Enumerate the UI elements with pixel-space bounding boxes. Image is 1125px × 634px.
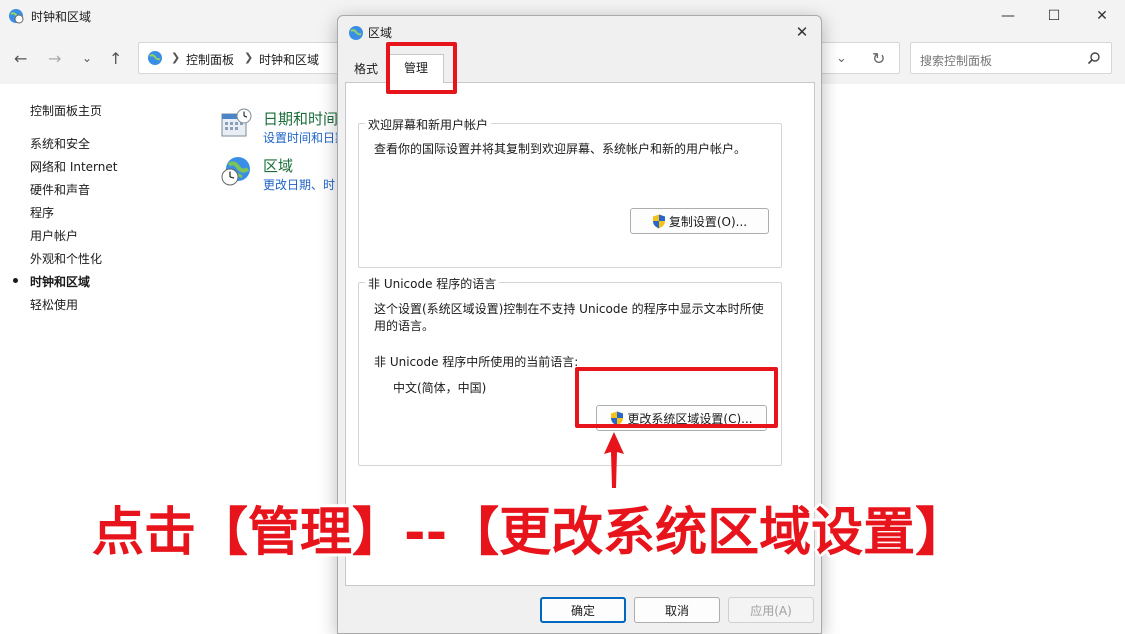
refresh-icon[interactable]: ↻ — [872, 49, 885, 68]
search-input[interactable]: 搜索控制面板 — [910, 42, 1112, 74]
breadcrumb-separator-icon: ❯ — [171, 51, 181, 64]
sidebar-item-network[interactable]: 网络和 Internet — [30, 158, 117, 175]
tab-format[interactable]: 格式 — [346, 59, 386, 81]
sidebar-item-user-accounts[interactable]: 用户帐户 — [30, 227, 78, 244]
back-arrow-icon[interactable]: ← — [14, 49, 27, 68]
address-dropdown-chevron-icon[interactable]: ⌄ — [836, 51, 847, 66]
recent-locations-chevron-icon[interactable]: ⌄ — [82, 51, 92, 65]
sidebar-item-ease-of-access[interactable]: 轻松使用 — [30, 296, 78, 313]
welcome-screen-group: 欢迎屏幕和新用户帐户 查看你的国际设置并将其复制到欢迎屏幕、系统帐户和新的用户帐… — [358, 116, 782, 268]
cancel-button[interactable]: 取消 — [634, 597, 720, 623]
red-arrow-up-icon — [604, 432, 624, 488]
sidebar-item-clock-region[interactable]: 时钟和区域 — [30, 273, 90, 290]
unicode-description-line1: 这个设置(系统区域设置)控制在不支持 Unicode 的程序中显示文本时所使 — [374, 302, 764, 316]
breadcrumb-control-panel[interactable]: 控制面板 — [186, 51, 234, 68]
group-legend: 非 Unicode 程序的语言 — [365, 275, 500, 292]
sidebar-item-appearance[interactable]: 外观和个性化 — [30, 250, 102, 267]
control-panel-globe-icon — [9, 9, 24, 24]
breadcrumb-clock-region[interactable]: 时钟和区域 — [259, 51, 319, 68]
close-icon[interactable]: ✕ — [791, 21, 813, 43]
instruction-annotation: 点击【管理】--【更改系统区域设置】 — [92, 503, 968, 563]
sidebar-item-home[interactable]: 控制面板主页 — [30, 102, 102, 119]
calendar-clock-icon — [221, 108, 252, 137]
globe-clock-icon — [221, 157, 250, 186]
up-arrow-icon[interactable]: ↑ — [109, 49, 122, 68]
sidebar-item-hardware-sound[interactable]: 硬件和声音 — [30, 181, 90, 198]
group-legend: 欢迎屏幕和新用户帐户 — [365, 116, 492, 133]
minimize-button[interactable]: — — [985, 0, 1031, 32]
uac-shield-icon — [652, 214, 665, 228]
sidebar-item-programs[interactable]: 程序 — [30, 204, 54, 221]
window-title: 时钟和区域 — [31, 10, 92, 24]
close-window-button[interactable]: ✕ — [1079, 0, 1125, 32]
welcome-description: 查看你的国际设置并将其复制到欢迎屏幕、系统帐户和新的用户帐户。 — [374, 142, 747, 156]
address-globe-icon — [148, 51, 162, 65]
copy-settings-button[interactable]: 复制设置(O)... — [630, 208, 769, 234]
search-placeholder: 搜索控制面板 — [920, 54, 993, 68]
region-globe-icon — [349, 26, 363, 40]
category-title[interactable]: 日期和时间 — [263, 108, 338, 129]
forward-arrow-icon[interactable]: → — [48, 49, 61, 68]
ok-button[interactable]: 确定 — [540, 597, 626, 623]
copy-settings-label: 复制设置(O)... — [668, 214, 748, 229]
breadcrumb-separator-icon: ❯ — [244, 51, 254, 64]
highlight-manage-tab — [386, 42, 457, 94]
unicode-description-line2: 用的语言。 — [374, 319, 435, 333]
dialog-title: 区域 — [368, 26, 393, 40]
category-subtitle[interactable]: 设置时间和日期 — [263, 129, 347, 146]
category-title[interactable]: 区域 — [263, 155, 293, 176]
sidebar-item-system-security[interactable]: 系统和安全 — [30, 135, 90, 152]
category-subtitle[interactable]: 更改日期、时 — [263, 176, 335, 193]
current-language-label: 非 Unicode 程序中所使用的当前语言: — [374, 355, 579, 369]
search-icon — [1087, 52, 1100, 65]
apply-button[interactable]: 应用(A) — [728, 597, 814, 623]
maximize-button[interactable]: ☐ — [1031, 0, 1077, 32]
current-language-value: 中文(简体，中国) — [393, 381, 487, 395]
highlight-change-locale-button — [575, 367, 778, 428]
active-indicator — [13, 278, 18, 283]
